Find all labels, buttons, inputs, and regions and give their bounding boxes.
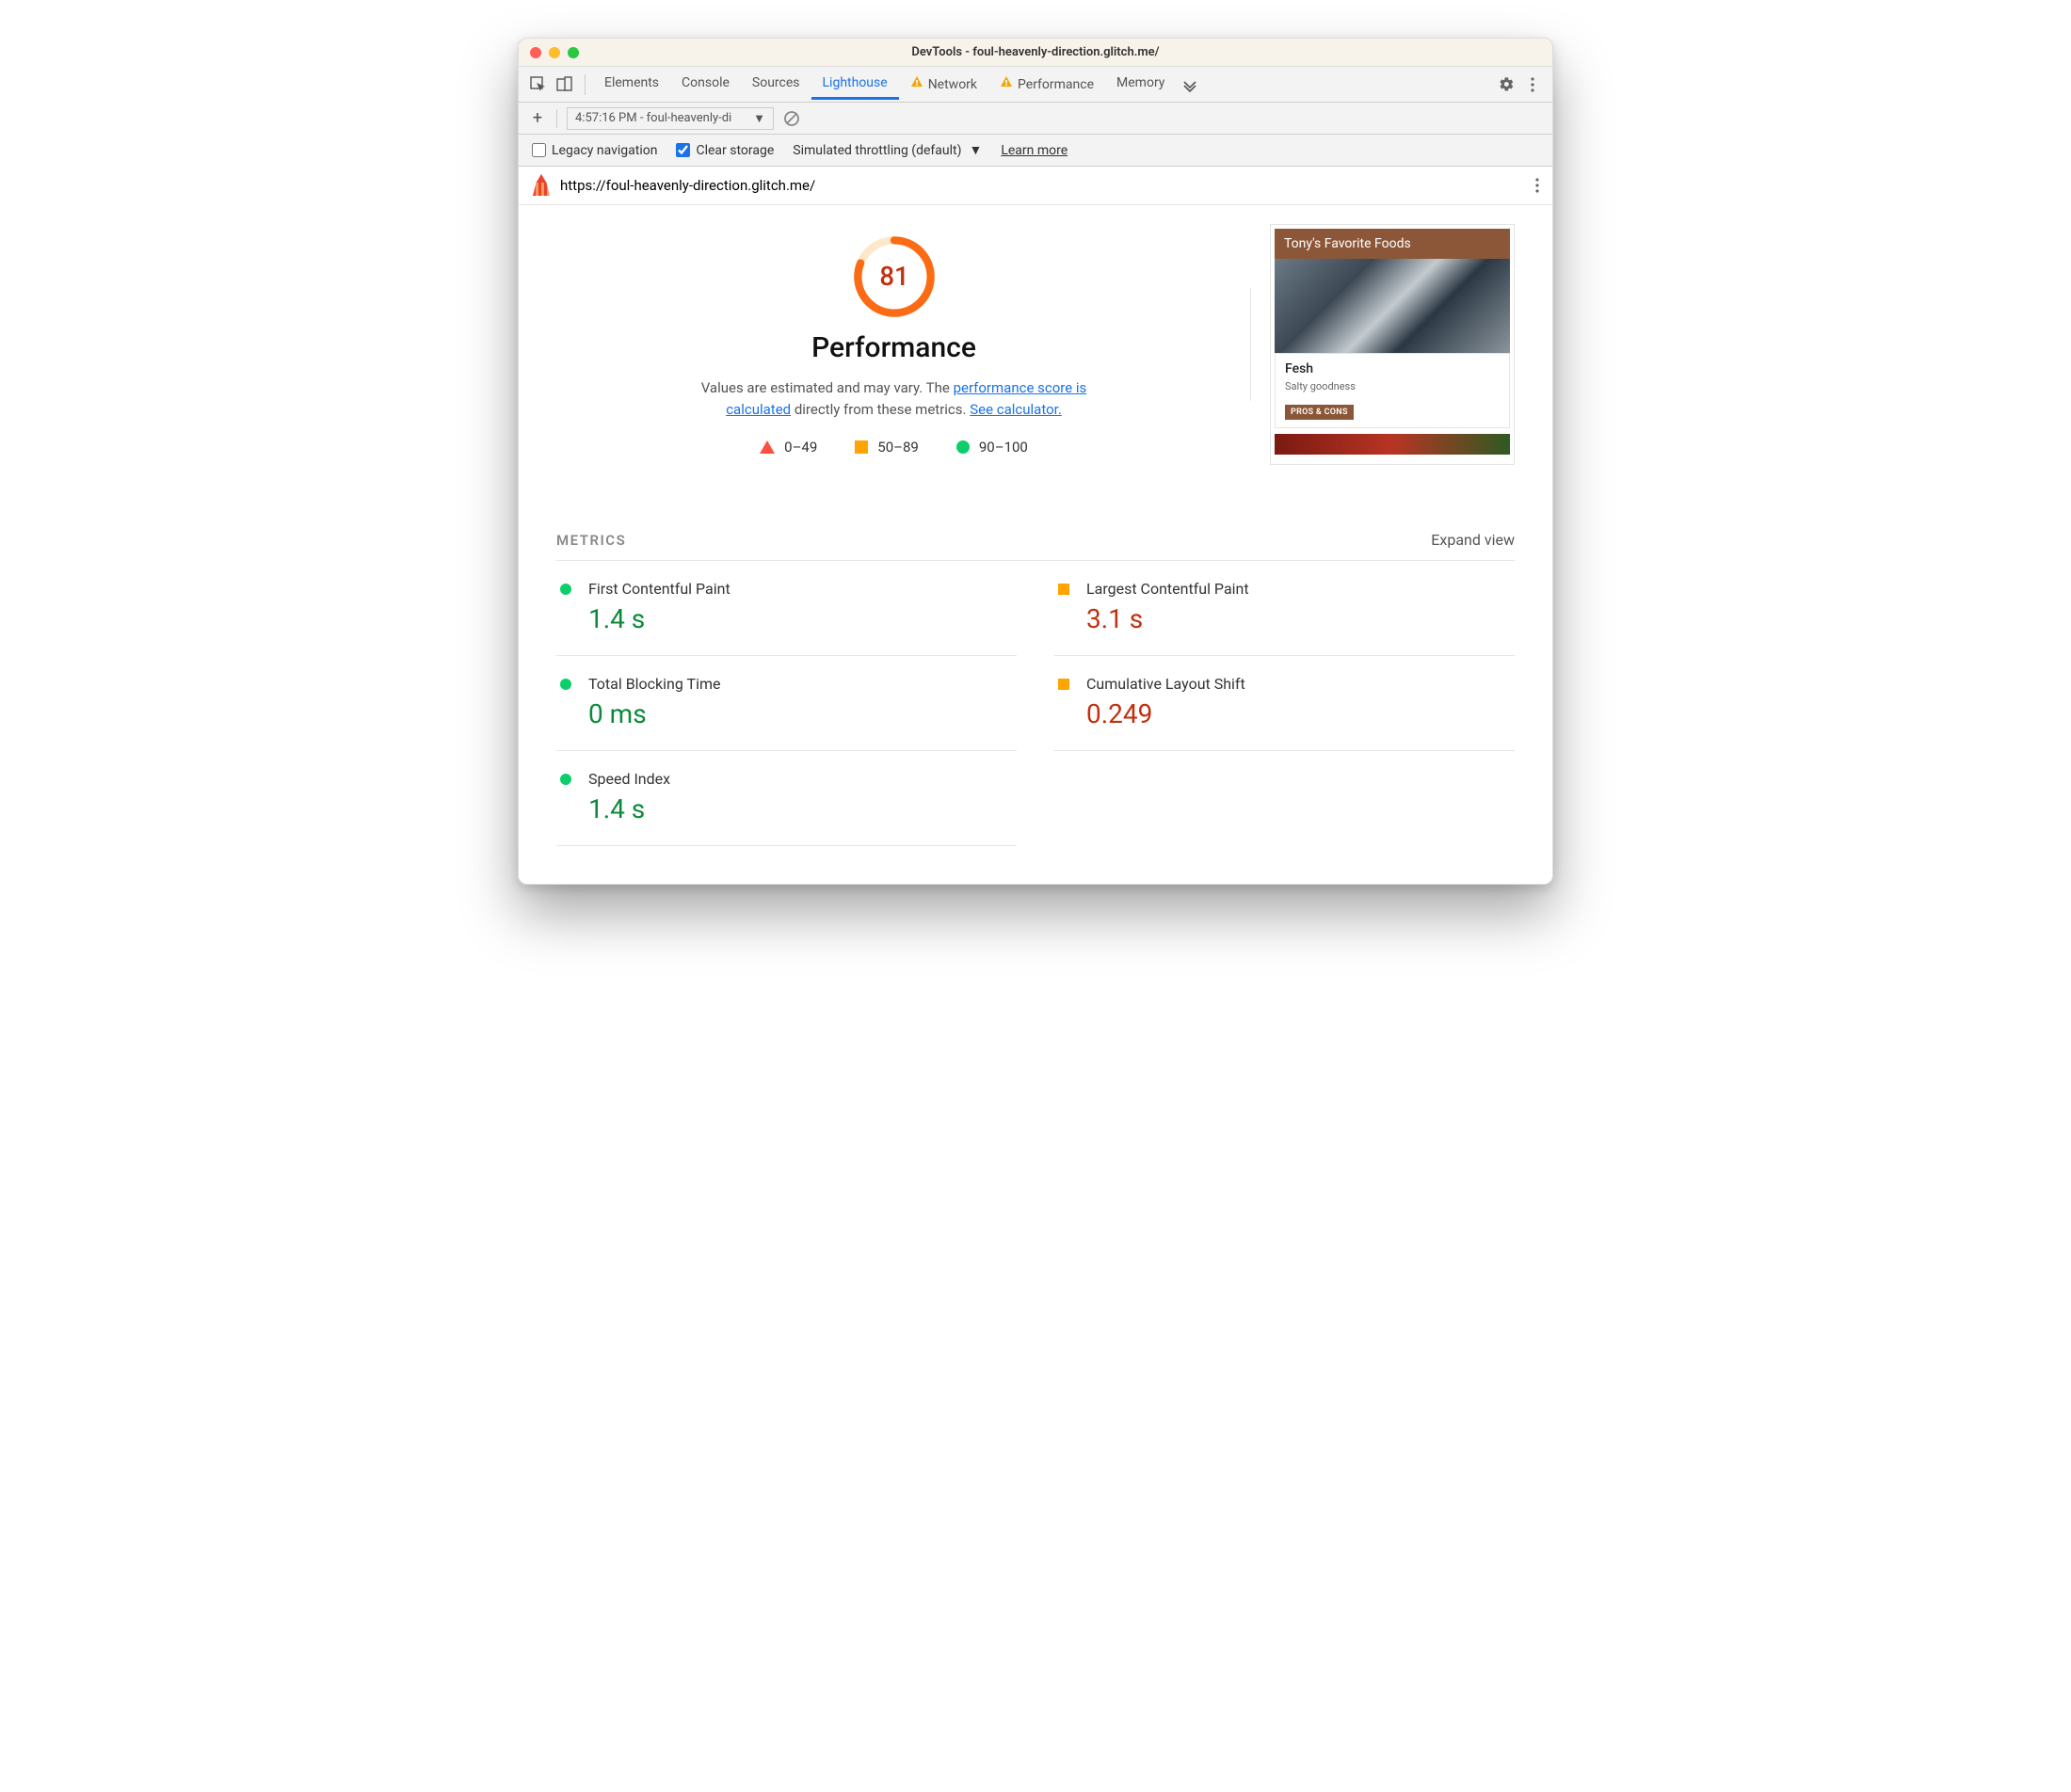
clear-icon[interactable] (783, 110, 800, 127)
lighthouse-options-row: Legacy navigation Clear storage Simulate… (519, 135, 1552, 167)
metric-label: Total Blocking Time (588, 675, 720, 693)
warning-icon (1000, 75, 1013, 88)
learn-more-link[interactable]: Learn more (1001, 143, 1068, 158)
metric-item: Largest Contentful Paint 3.1 s (1054, 561, 1515, 656)
score-column: 81 Performance Values are estimated and … (556, 224, 1231, 465)
device-toolbar-icon[interactable] (553, 72, 577, 97)
tab-console[interactable]: Console (670, 70, 741, 99)
metric-value: 1.4 s (588, 603, 730, 634)
window-title: DevTools - foul-heavenly-direction.glitc… (519, 45, 1552, 59)
devtools-tabbar: ElementsConsoleSourcesLighthouseNetworkP… (519, 67, 1552, 103)
tab-performance[interactable]: Performance (988, 70, 1105, 99)
triangle-icon (760, 440, 775, 454)
metrics-grid: First Contentful Paint 1.4 s Largest Conte… (556, 561, 1515, 846)
metric-label: Speed Index (588, 770, 670, 788)
lighthouse-subbar: + 4:57:16 PM - foul-heavenly-di ▼ (519, 103, 1552, 135)
square-icon (1058, 679, 1069, 690)
score-value: 81 (879, 261, 908, 292)
legacy-navigation-checkbox[interactable]: Legacy navigation (532, 143, 657, 158)
calculator-link[interactable]: See calculator. (970, 401, 1062, 418)
throttling-label: Simulated throttling (default) (793, 143, 961, 158)
circle-icon (560, 679, 571, 690)
metrics-heading: METRICS (556, 532, 626, 549)
clear-storage-checkbox[interactable]: Clear storage (676, 143, 774, 158)
preview-card-button: PROS & CONS (1285, 405, 1354, 420)
metric-value: 0.249 (1086, 698, 1245, 729)
score-description: Values are estimated and may vary. The p… (687, 377, 1101, 420)
dropdown-triangle-icon: ▼ (753, 111, 765, 126)
tab-elements[interactable]: Elements (593, 70, 670, 99)
report-top-grid: 81 Performance Values are estimated and … (556, 224, 1515, 465)
circle-icon (560, 774, 571, 785)
tab-memory[interactable]: Memory (1105, 70, 1176, 99)
metric-item: Speed Index 1.4 s (556, 751, 1017, 846)
legacy-navigation-input[interactable] (532, 143, 546, 157)
warning-icon (910, 75, 923, 88)
preview-image-2 (1275, 434, 1510, 455)
page-preview: Tony's Favorite Foods Fesh Salty goodnes… (1270, 224, 1515, 465)
preview-card-subtitle: Salty goodness (1285, 380, 1500, 392)
metric-value: 0 ms (588, 698, 720, 729)
tab-lighthouse[interactable]: Lighthouse (811, 70, 899, 100)
clear-storage-label: Clear storage (696, 143, 774, 158)
report-url: https://foul-heavenly-direction.glitch.m… (560, 177, 1526, 194)
report-selector-label: 4:57:16 PM - foul-heavenly-di (575, 111, 731, 125)
settings-gear-icon[interactable] (1494, 72, 1518, 97)
kebab-menu-icon[interactable] (1520, 72, 1545, 97)
new-report-button[interactable]: + (528, 108, 547, 128)
expand-view-button[interactable]: Expand view (1431, 531, 1515, 549)
inspect-element-icon[interactable] (526, 72, 551, 97)
lighthouse-report: 81 Performance Values are estimated and … (519, 205, 1552, 884)
metric-value: 3.1 s (1086, 603, 1249, 634)
square-icon (855, 440, 868, 454)
preview-header: Tony's Favorite Foods (1275, 229, 1510, 259)
legend-bad: 0–49 (760, 439, 817, 456)
metric-item: First Contentful Paint 1.4 s (556, 561, 1017, 656)
tab-sources[interactable]: Sources (741, 70, 811, 99)
preview-image (1275, 259, 1510, 353)
preview-card-title: Fesh (1285, 361, 1500, 376)
legacy-navigation-label: Legacy navigation (552, 143, 657, 158)
metric-label: Largest Contentful Paint (1086, 580, 1249, 598)
more-tabs-icon[interactable] (1178, 72, 1202, 97)
metric-label: First Contentful Paint (588, 580, 730, 598)
devtools-window: DevTools - foul-heavenly-direction.glitc… (518, 38, 1553, 885)
circle-icon (560, 584, 571, 595)
lighthouse-icon (532, 174, 551, 197)
dropdown-triangle-icon: ▼ (969, 142, 982, 158)
tab-network[interactable]: Network (899, 70, 988, 99)
tabs-container: ElementsConsoleSourcesLighthouseNetworkP… (593, 70, 1176, 99)
window-titlebar: DevTools - foul-heavenly-direction.glitc… (519, 39, 1552, 67)
category-title: Performance (556, 331, 1231, 364)
metric-item: Total Blocking Time 0 ms (556, 656, 1017, 751)
metric-label: Cumulative Layout Shift (1086, 675, 1245, 693)
score-gauge: 81 (556, 233, 1231, 320)
throttling-selector[interactable]: Simulated throttling (default) ▼ (793, 142, 982, 158)
report-url-row: https://foul-heavenly-direction.glitch.m… (519, 167, 1552, 205)
metrics-header: METRICS Expand view (556, 531, 1515, 561)
report-menu-icon[interactable] (1535, 178, 1539, 193)
circle-icon (956, 440, 970, 454)
preview-card: Fesh Salty goodness PROS & CONS (1275, 353, 1510, 428)
vertical-divider (1250, 288, 1251, 401)
clear-storage-input[interactable] (676, 143, 690, 157)
report-selector[interactable]: 4:57:16 PM - foul-heavenly-di ▼ (567, 107, 774, 130)
legend-good: 90–100 (956, 439, 1028, 456)
score-legend: 0–49 50–89 90–100 (556, 439, 1231, 456)
legend-avg: 50–89 (855, 439, 919, 456)
square-icon (1058, 584, 1069, 595)
metric-value: 1.4 s (588, 793, 670, 824)
metric-item: Cumulative Layout Shift 0.249 (1054, 656, 1515, 751)
